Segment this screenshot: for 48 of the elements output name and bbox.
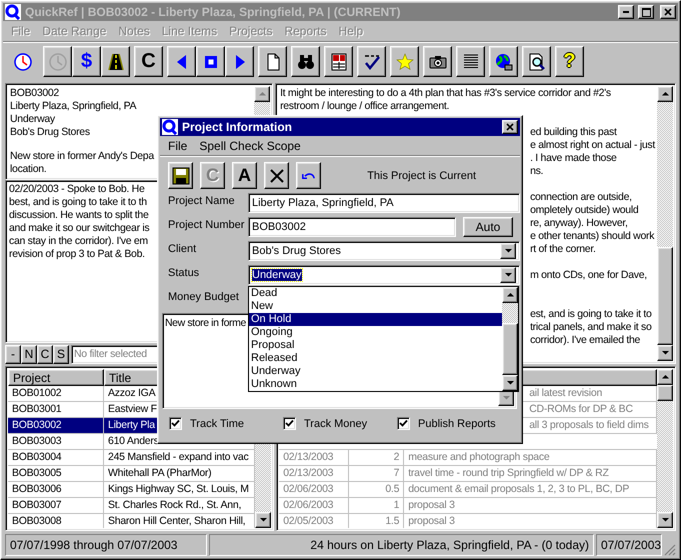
status-panel: 07/07/2003 bbox=[596, 534, 662, 556]
note-line: e almost right on actual - just bbox=[530, 139, 655, 151]
note-line: ompletely outside) would bbox=[530, 204, 638, 216]
summary-line: Bob's Drug Stores bbox=[10, 126, 90, 139]
note-line: restroom / lounge / office arrangement. bbox=[280, 100, 450, 113]
summary-line: Underway bbox=[10, 113, 55, 126]
table-cell: 02/05/2003 bbox=[279, 514, 350, 528]
table-cell: 02/06/2003 bbox=[279, 498, 350, 513]
status-panel: 07/07/1998 through 07/07/2003 bbox=[5, 534, 207, 556]
note-line: and make it so our switchgear is bbox=[9, 222, 150, 235]
table-cell: 7 bbox=[349, 466, 404, 481]
note-line: connection are outside, bbox=[530, 191, 632, 203]
note-line: re, anyway). However, bbox=[530, 217, 628, 229]
note-line: best, and is going to take it to th bbox=[9, 196, 147, 209]
summary-line: BOB03002 bbox=[10, 87, 59, 100]
dialog-title: Project Information bbox=[182, 120, 294, 134]
summary-line: Liberty Plaza, Springfield, PA bbox=[10, 100, 136, 113]
field-label: Status bbox=[168, 266, 200, 279]
status-panel: 24 hours on Liberty Plaza, Springfield, PA - (0 today) bbox=[209, 534, 594, 556]
field-label: Project Number bbox=[168, 218, 246, 231]
table-cell: 1.5 bbox=[349, 514, 404, 528]
summary-line: New store in former Andy's Depa bbox=[10, 150, 154, 163]
table-cell: 02/06/2003 bbox=[279, 482, 350, 497]
table-cell: 1 bbox=[349, 498, 404, 513]
window-title: QuickRef | BOB03002 - Liberty Plaza, Springfield, PA | (CURRENT) bbox=[25, 5, 402, 19]
note-line: 02/20/2003 - Spoke to Bob. He bbox=[9, 183, 144, 196]
table-cell: 0.5 bbox=[349, 482, 404, 497]
table-cell: 02/13/2003 bbox=[279, 466, 350, 481]
note-line: ns. bbox=[530, 165, 544, 177]
note-line: . I have made those bbox=[530, 152, 617, 164]
note-line: can stay in the corridor). I've em bbox=[9, 235, 148, 248]
project-status-note: This Project is Current bbox=[367, 170, 476, 182]
note-line: m onto CDs, one for Dave, bbox=[530, 269, 647, 281]
note-line: ed building this past bbox=[530, 126, 617, 138]
table-cell: 02/13/2003 bbox=[279, 450, 350, 465]
note-line: discussion. He wants to split the bbox=[9, 209, 149, 222]
table-cell: 2 bbox=[349, 450, 404, 465]
note-line: corridor). I've emailed the bbox=[530, 334, 640, 346]
summary-line: location. bbox=[10, 163, 46, 176]
field-label: Money Budget bbox=[168, 290, 240, 303]
note-line: est, and is going to take it to bbox=[530, 308, 652, 320]
note-line: It might be interesting to do a 4th plan that has #3's service corridor and #2's bbox=[280, 87, 611, 100]
note-line: revision of prop 3 to Pat & Bob. bbox=[9, 248, 145, 261]
field-label: Project Name bbox=[168, 194, 236, 207]
note-line: e other tenants) should work bbox=[530, 230, 654, 242]
note-line: trical panels, and make it so bbox=[530, 321, 652, 333]
field-label: Client bbox=[168, 242, 198, 255]
note-line: rt of the corner. bbox=[530, 243, 596, 255]
